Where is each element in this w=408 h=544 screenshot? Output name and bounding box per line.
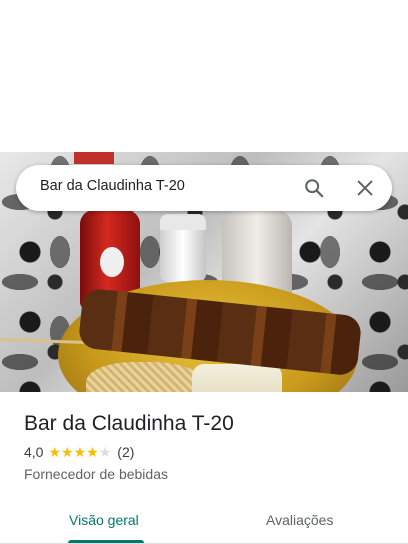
- star-icon: ★: [61, 444, 74, 460]
- star-icon: ★: [48, 444, 62, 460]
- tab-overview[interactable]: Visão geral: [69, 512, 139, 528]
- bottle-label: [100, 247, 124, 277]
- star-rating: ★ ★ ★ ★ ★: [48, 445, 111, 459]
- tab-reviews[interactable]: Avaliações: [266, 512, 333, 528]
- star-icon: ★: [98, 444, 112, 460]
- place-title: Bar da Claudinha T-20: [24, 412, 234, 435]
- star-icon: ★: [86, 444, 99, 460]
- tab-bar: Visão geral Avaliações: [0, 500, 408, 544]
- search-icon[interactable]: [303, 177, 325, 199]
- review-count[interactable]: (2): [117, 444, 134, 460]
- place-category: Fornecedor de bebidas: [24, 466, 168, 482]
- maps-place-page: Bar da Claudinha T-20 Bar da Claudinha T…: [0, 0, 408, 544]
- glass: [74, 152, 114, 164]
- search-bar[interactable]: Bar da Claudinha T-20: [16, 165, 392, 211]
- place-info: Bar da Claudinha T-20 4,0 ★ ★ ★ ★ ★ (2) …: [0, 392, 408, 544]
- star-icon: ★: [73, 444, 87, 460]
- shaker-cap: [160, 214, 206, 230]
- map-area-blank: [0, 0, 408, 152]
- potato: [192, 364, 282, 392]
- search-query[interactable]: Bar da Claudinha T-20: [40, 178, 185, 194]
- close-icon[interactable]: [354, 177, 376, 199]
- rating-row[interactable]: 4,0 ★ ★ ★ ★ ★ (2): [24, 444, 134, 460]
- rating-value: 4,0: [24, 444, 44, 460]
